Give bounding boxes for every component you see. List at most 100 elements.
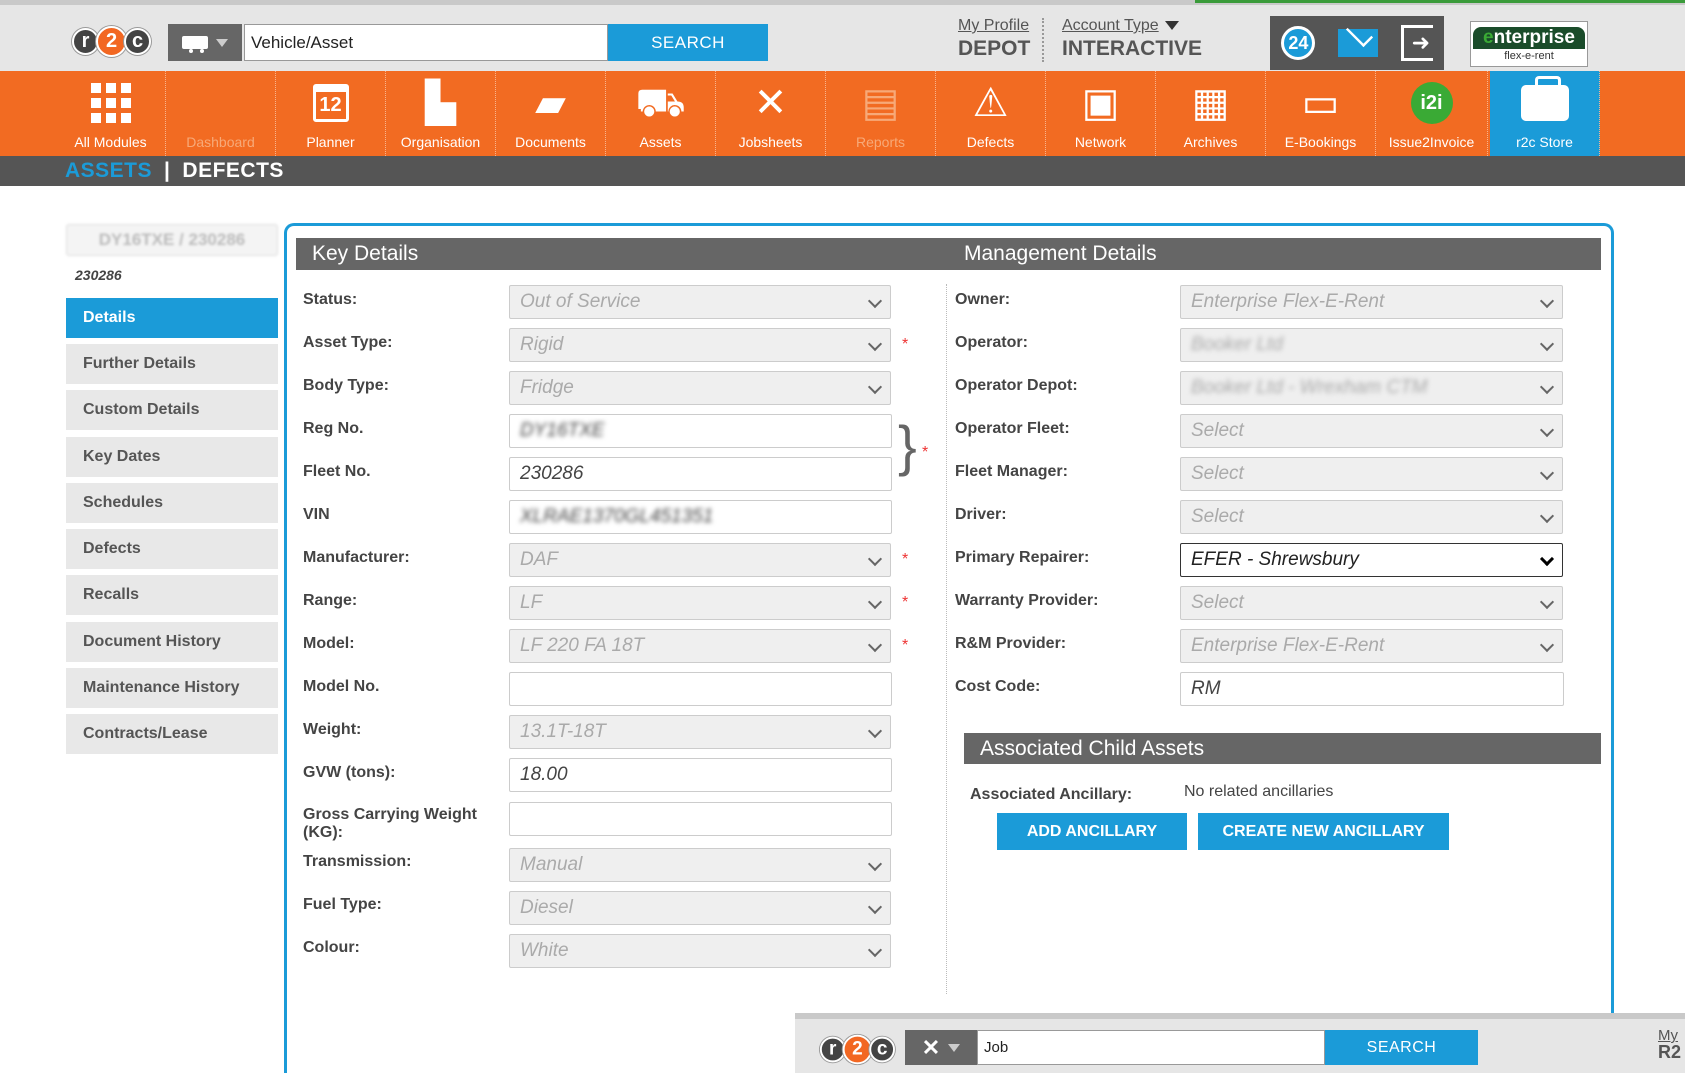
chevron-down-icon [867,723,883,739]
sidebar-item-document-history[interactable]: Document History [66,622,278,662]
module-planner[interactable]: 12 Planner [276,71,386,156]
module-documents[interactable]: ▰ Documents [496,71,606,156]
driver-select[interactable]: Select [1180,500,1563,534]
owner-select[interactable]: Enterprise Flex-E-Rent [1180,285,1563,319]
manufacturer-select[interactable]: DAF [509,543,891,577]
cost-code-input[interactable]: RM [1180,672,1564,706]
gvw-input[interactable]: 18.00 [509,758,892,792]
gross-carrying-weight-input[interactable] [509,802,892,836]
module-issue2invoice[interactable]: i2i Issue2Invoice [1376,71,1488,156]
notifications-icon[interactable]: 24 [1281,26,1316,60]
operator-fleet-label: Operator Fleet: [955,420,1070,437]
breadcrumb-assets[interactable]: ASSETS [65,159,152,183]
warranty-provider-select[interactable]: Select [1180,586,1563,620]
module-assets[interactable]: ⛟ Assets [606,71,716,156]
module-jobsheets[interactable]: ✕ Jobsheets [716,71,826,156]
warning-icon: ⚠ [972,80,1009,125]
search-input[interactable]: Vehicle/Asset [244,24,608,61]
create-new-ancillary-button[interactable]: CREATE NEW ANCILLARY [1198,813,1449,850]
range-select[interactable]: LF [509,586,891,620]
operator-fleet-select[interactable]: Select [1180,414,1563,448]
module-organisation[interactable]: ▙ Organisation [386,71,496,156]
colour-label: Colour: [303,939,360,956]
model-no-input[interactable] [509,672,892,706]
status-label: Status: [303,291,358,308]
search-button[interactable]: SEARCH [608,24,768,61]
sidebar-item-maintenance-history[interactable]: Maintenance History [66,668,278,708]
weight-select[interactable]: 13.1T-18T [509,715,891,749]
no-ancillaries-text: No related ancillaries [1184,783,1334,800]
associated-ancillary-label: Associated Ancillary: [970,786,1133,803]
chevron-down-icon [867,637,883,653]
chevron-down-icon [1539,594,1555,610]
operator-select[interactable]: Booker Ltd [1180,328,1563,362]
module-defects[interactable]: ⚠ Defects [936,71,1046,156]
module-dashboard[interactable]: Dashboard [166,71,276,156]
app-window: r2c Vehicle/Asset SEARCH My Profile DEPO… [0,0,1685,1073]
required-marker: * [902,551,909,568]
fleet-no-input[interactable]: 230286 [509,457,892,491]
body-type-select[interactable]: Fridge [509,371,891,405]
sidebar-item-contracts-lease[interactable]: Contracts/Lease [66,714,278,754]
sidebar-item-further-details[interactable]: Further Details [66,344,278,384]
model-select[interactable]: LF 220 FA 18T [509,629,891,663]
asset-type-label: Asset Type: [303,334,393,351]
chevron-down-icon [1539,293,1555,309]
breadcrumb: ASSETS | DEFECTS [0,156,1685,186]
required-marker: * [902,637,909,654]
sidebar-item-custom-details[interactable]: Custom Details [66,390,278,430]
fuel-type-label: Fuel Type: [303,896,382,913]
module-e-bookings[interactable]: ▭ E-Bookings [1266,71,1376,156]
primary-repairer-select[interactable]: EFER - Shrewsbury [1180,543,1563,577]
logout-icon[interactable] [1400,25,1433,61]
r2c-logo[interactable]: r2c [72,26,151,57]
child-assets-header: Associated Child Assets [964,733,1601,764]
clipboard-icon: ▤ [861,80,900,125]
module-all-modules[interactable]: All Modules [56,71,166,156]
sidebar-item-recalls[interactable]: Recalls [66,575,278,615]
fuel-type-select[interactable]: Diesel [509,891,891,925]
search-category-dropdown[interactable] [168,24,242,61]
chevron-down-icon [867,899,883,915]
module-reports[interactable]: ▤ Reports [826,71,936,156]
status-select[interactable]: Out of Service [509,285,891,319]
reg-no-label: Reg No. [303,420,364,437]
chevron-down-icon [1539,422,1555,438]
breadcrumb-defects[interactable]: DEFECTS [182,159,284,183]
rm-provider-select[interactable]: Enterprise Flex-E-Rent [1180,629,1563,663]
r2c-logo[interactable]: r2c [819,1034,895,1065]
truck-icon: ⛟ [635,80,686,125]
chevron-down-icon [867,594,883,610]
module-archives[interactable]: ▦ Archives [1156,71,1266,156]
tools-icon: ✕ [753,80,788,125]
account-type-link[interactable]: Account Type [1062,17,1159,34]
vin-input[interactable]: XLRAE1370GL451351 [509,500,892,534]
bottom-search-button[interactable]: SEARCH [1325,1030,1478,1065]
chevron-down-icon [867,336,883,352]
bottom-search-input[interactable]: Job [977,1030,1325,1065]
colour-select[interactable]: White [509,934,891,968]
add-ancillary-button[interactable]: ADD ANCILLARY [997,813,1187,850]
sidebar-item-schedules[interactable]: Schedules [66,483,278,523]
manufacturer-label: Manufacturer: [303,549,410,566]
grid-icon [90,71,131,134]
account-type[interactable]: Account Type INTERACTIVE [1062,17,1202,60]
column-divider [946,284,947,994]
transmission-select[interactable]: Manual [509,848,891,882]
module-r2c-store[interactable]: r2c Store [1490,71,1600,156]
operator-depot-select[interactable]: Booker Ltd - Wrexham CTM [1180,371,1563,405]
my-profile-link[interactable]: My Profile [958,18,1030,34]
gvw-label: GVW (tons): [303,764,396,781]
fleet-manager-select[interactable]: Select [1180,457,1563,491]
sidebar-item-details[interactable]: Details [66,298,278,338]
reg-no-input[interactable]: DY16TXE [509,414,892,448]
sidebar-item-key-dates[interactable]: Key Dates [66,437,278,477]
asset-type-select[interactable]: Rigid [509,328,891,362]
module-network[interactable]: ▣ Network [1046,71,1156,156]
asset-fleet-number: 230286 [75,267,122,283]
mail-icon[interactable] [1337,29,1378,57]
bottom-search-category-dropdown[interactable]: ✕ [905,1030,977,1065]
my-profile[interactable]: My Profile DEPOT [958,18,1044,62]
driver-label: Driver: [955,506,1007,523]
sidebar-item-defects[interactable]: Defects [66,529,278,569]
